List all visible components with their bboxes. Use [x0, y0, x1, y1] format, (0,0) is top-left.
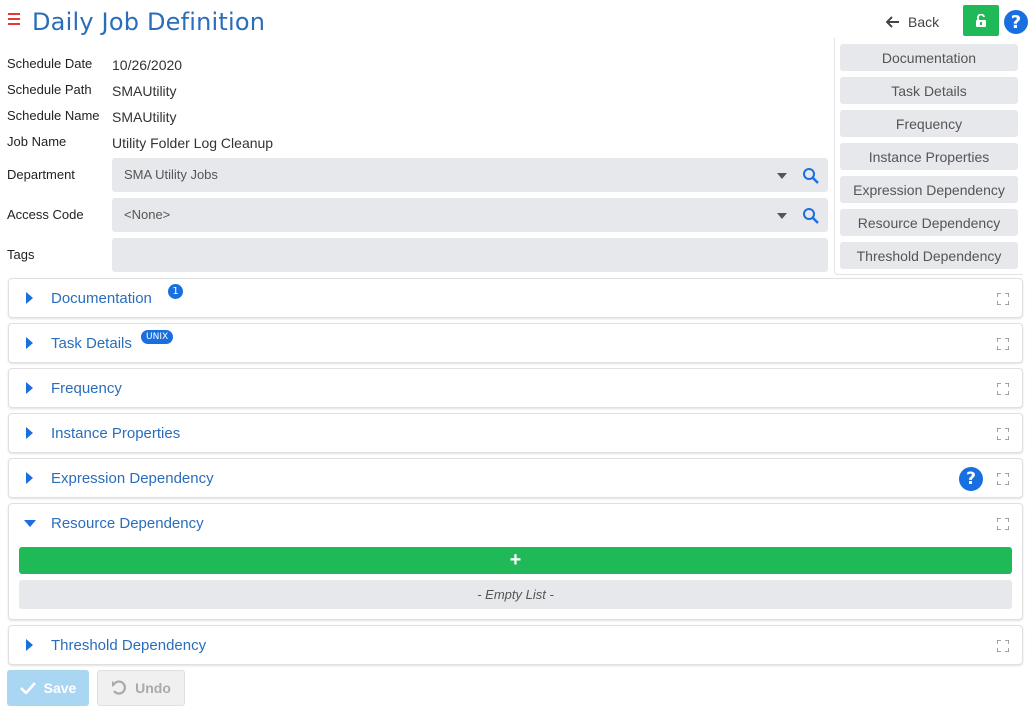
schedule-path-value: SMAUtility	[112, 83, 177, 99]
arrow-left-icon	[886, 16, 899, 28]
panel-frequency[interactable]: Frequency	[8, 368, 1023, 408]
caret-down-icon[interactable]	[24, 520, 36, 527]
empty-list-message: - Empty List -	[19, 580, 1012, 609]
menu-icon[interactable]	[8, 13, 20, 25]
panel-expression-dependency[interactable]: Expression Dependency ?	[8, 458, 1023, 498]
schedule-date-value: 10/26/2020	[112, 57, 183, 73]
caret-right-icon[interactable]	[26, 639, 33, 651]
tags-label: Tags	[7, 247, 35, 262]
expand-icon[interactable]	[997, 473, 1009, 485]
panel-title[interactable]: Threshold Dependency	[51, 637, 206, 654]
caret-right-icon[interactable]	[26, 337, 33, 349]
add-resource-button[interactable]: +	[19, 547, 1012, 574]
section-nav: Documentation Task Details Frequency Ins…	[834, 38, 1023, 275]
department-value: SMA Utility Jobs	[124, 167, 218, 182]
panel-task-details[interactable]: Task Details UNIX	[8, 323, 1023, 363]
schedule-date-label: Schedule Date	[7, 56, 93, 71]
caret-down-icon[interactable]	[777, 173, 787, 179]
nav-documentation[interactable]: Documentation	[840, 44, 1018, 71]
expand-icon[interactable]	[997, 428, 1009, 440]
check-icon	[19, 682, 36, 694]
tags-input[interactable]	[112, 238, 828, 272]
search-icon[interactable]	[802, 167, 820, 185]
access-code-select[interactable]: <None>	[112, 198, 828, 232]
unlock-icon	[976, 13, 986, 27]
nav-frequency[interactable]: Frequency	[840, 110, 1018, 137]
panel-documentation[interactable]: Documentation 1	[8, 278, 1023, 318]
department-label: Department	[7, 167, 75, 182]
nav-expression-dependency[interactable]: Expression Dependency	[840, 176, 1018, 203]
panel-resource-dependency[interactable]: Resource Dependency + - Empty List -	[8, 503, 1023, 620]
access-code-label: Access Code	[7, 207, 84, 222]
expand-icon[interactable]	[997, 640, 1009, 652]
unlock-button[interactable]	[963, 5, 999, 36]
help-icon[interactable]: ?	[1004, 10, 1028, 34]
caret-right-icon[interactable]	[26, 292, 33, 304]
undo-label: Undo	[135, 680, 171, 696]
undo-icon	[112, 680, 127, 695]
back-button[interactable]: Back	[886, 12, 939, 32]
schedule-name-value: SMAUtility	[112, 109, 177, 125]
nav-resource-dependency[interactable]: Resource Dependency	[840, 209, 1018, 236]
save-label: Save	[43, 680, 77, 696]
job-name-label: Job Name	[7, 134, 67, 149]
caret-right-icon[interactable]	[26, 382, 33, 394]
schedule-name-label: Schedule Name	[7, 108, 100, 123]
job-name-value: Utility Folder Log Cleanup	[112, 135, 274, 151]
schedule-path-label: Schedule Path	[7, 82, 92, 97]
platform-badge: UNIX	[141, 330, 174, 344]
access-code-value: <None>	[124, 207, 171, 222]
caret-down-icon[interactable]	[777, 213, 787, 219]
nav-instance-properties[interactable]: Instance Properties	[840, 143, 1018, 170]
panel-title[interactable]: Task Details	[51, 335, 132, 352]
caret-right-icon[interactable]	[26, 427, 33, 439]
panel-instance-properties[interactable]: Instance Properties	[8, 413, 1023, 453]
panel-title[interactable]: Documentation	[51, 290, 152, 307]
save-button[interactable]: Save	[7, 670, 89, 706]
undo-button[interactable]: Undo	[97, 670, 185, 706]
department-select[interactable]: SMA Utility Jobs	[112, 158, 828, 192]
nav-threshold-dependency[interactable]: Threshold Dependency	[840, 242, 1018, 269]
panel-title[interactable]: Expression Dependency	[51, 470, 214, 487]
expand-icon[interactable]	[997, 518, 1009, 530]
count-badge: 1	[168, 284, 183, 299]
panel-title[interactable]: Frequency	[51, 380, 122, 397]
help-icon[interactable]: ?	[959, 467, 983, 491]
back-label: Back	[908, 14, 940, 30]
page-title: Daily Job Definition	[32, 8, 266, 36]
nav-task-details[interactable]: Task Details	[840, 77, 1018, 104]
search-icon[interactable]	[802, 207, 820, 225]
expand-icon[interactable]	[997, 293, 1009, 305]
panel-title[interactable]: Resource Dependency	[51, 515, 204, 532]
expand-icon[interactable]	[997, 338, 1009, 350]
panel-threshold-dependency[interactable]: Threshold Dependency	[8, 625, 1023, 665]
panel-title[interactable]: Instance Properties	[51, 425, 180, 442]
caret-right-icon[interactable]	[26, 472, 33, 484]
expand-icon[interactable]	[997, 383, 1009, 395]
